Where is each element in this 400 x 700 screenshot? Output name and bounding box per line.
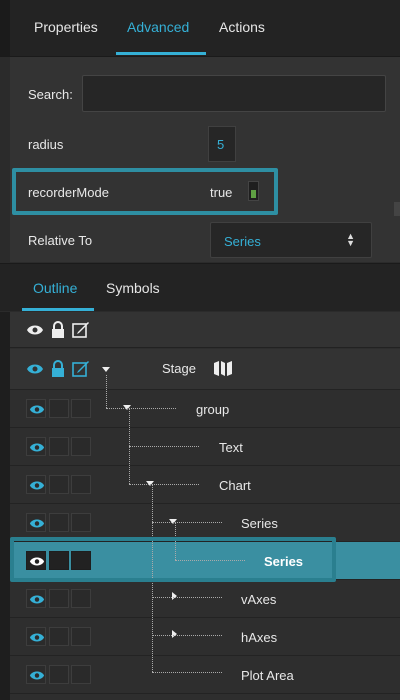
- lock-toggle[interactable]: [49, 399, 69, 418]
- select-arrows-icon: ▲ ▼: [346, 231, 355, 248]
- node-label: Plot Area: [241, 668, 294, 683]
- visibility-toggle[interactable]: [26, 627, 46, 646]
- edit-toggle[interactable]: [71, 437, 91, 456]
- tree-row-series-selected[interactable]: Series: [10, 542, 400, 580]
- relative-to-value: Series: [224, 234, 261, 249]
- eye-icon: [29, 519, 45, 528]
- tab-symbols[interactable]: Symbols: [106, 280, 160, 296]
- eye-icon: [29, 633, 45, 642]
- tree-row-series[interactable]: Series: [10, 504, 400, 542]
- panel-tab-bar: Outline Symbols: [0, 263, 400, 311]
- lock-icon[interactable]: [51, 360, 65, 377]
- recorder-mode-label: recorderMode: [28, 185, 109, 200]
- visibility-toggle[interactable]: [26, 399, 46, 418]
- tab-properties[interactable]: Properties: [34, 19, 98, 35]
- tree-connector: [152, 522, 222, 523]
- outline-header: [10, 312, 400, 348]
- tree-row-vaxes[interactable]: vAxes: [10, 580, 400, 618]
- tab-outline[interactable]: Outline: [33, 280, 77, 296]
- expand-toggle-icon[interactable]: [102, 367, 110, 372]
- node-label: group: [196, 402, 230, 417]
- node-label: Chart: [219, 478, 251, 493]
- tree-connector: [152, 484, 153, 672]
- active-tab-indicator: [116, 52, 206, 55]
- node-label: vAxes: [241, 592, 277, 607]
- tree-connector: [106, 408, 176, 409]
- eye-icon: [29, 671, 45, 680]
- search-input[interactable]: [82, 75, 386, 112]
- edit-icon[interactable]: [72, 360, 90, 377]
- collapse-toggle-icon[interactable]: [172, 592, 177, 600]
- tree-row-text[interactable]: Text: [10, 428, 400, 466]
- edit-toggle[interactable]: [71, 551, 91, 570]
- visibility-toggle[interactable]: [26, 513, 46, 532]
- eye-icon: [29, 481, 45, 490]
- eye-icon: [29, 405, 45, 414]
- tree-connector: [152, 635, 222, 636]
- lock-toggle[interactable]: [49, 627, 69, 646]
- left-gutter: [0, 312, 10, 700]
- eye-icon[interactable]: [26, 363, 44, 375]
- visibility-toggle[interactable]: [26, 437, 46, 456]
- visibility-toggle[interactable]: [26, 475, 46, 494]
- stage-label: Stage: [162, 361, 196, 376]
- tab-advanced[interactable]: Advanced: [127, 19, 189, 35]
- node-label: hAxes: [241, 630, 278, 645]
- lock-toggle[interactable]: [49, 551, 69, 570]
- tree-connector: [106, 375, 107, 408]
- top-tab-bar: Properties Advanced Actions: [0, 0, 400, 56]
- lock-toggle[interactable]: [49, 513, 69, 532]
- lock-toggle[interactable]: [49, 589, 69, 608]
- stage-row[interactable]: Stage: [10, 349, 400, 390]
- node-label: Series: [241, 516, 278, 531]
- eye-icon: [29, 443, 45, 452]
- scrollbar-handle[interactable]: [394, 202, 400, 216]
- edit-icon[interactable]: [72, 321, 90, 338]
- radius-label: radius: [28, 137, 64, 152]
- collapse-toggle-icon[interactable]: [172, 630, 177, 638]
- tree-connector: [152, 597, 222, 598]
- tree-row-haxes[interactable]: hAxes: [10, 618, 400, 656]
- tree-connector: [175, 560, 245, 561]
- map-icon[interactable]: [213, 360, 233, 377]
- recorder-mode-value: true: [210, 185, 233, 200]
- recorder-mode-toggle[interactable]: [248, 181, 259, 201]
- visibility-toggle[interactable]: [26, 665, 46, 684]
- eye-icon: [29, 595, 45, 604]
- node-label: Text: [219, 440, 243, 455]
- edit-toggle[interactable]: [71, 399, 91, 418]
- visibility-toggle[interactable]: [26, 589, 46, 608]
- edit-toggle[interactable]: [71, 589, 91, 608]
- search-label: Search:: [28, 87, 73, 102]
- lock-icon[interactable]: [51, 321, 65, 338]
- tab-actions[interactable]: Actions: [219, 19, 265, 35]
- relative-to-select[interactable]: Series ▲ ▼: [210, 222, 372, 258]
- lock-toggle[interactable]: [49, 475, 69, 494]
- visibility-toggle[interactable]: [26, 551, 46, 570]
- tree-connector: [152, 672, 222, 673]
- edit-toggle[interactable]: [71, 475, 91, 494]
- tree-row-plot-area[interactable]: Plot Area: [10, 656, 400, 694]
- radius-field[interactable]: 5: [208, 126, 236, 162]
- tree-connector: [129, 446, 199, 447]
- edit-toggle[interactable]: [71, 513, 91, 532]
- lock-toggle[interactable]: [49, 665, 69, 684]
- eye-icon: [29, 557, 45, 566]
- tree-connector: [175, 522, 176, 560]
- eye-icon[interactable]: [26, 324, 44, 336]
- lock-toggle[interactable]: [49, 437, 69, 456]
- left-gutter: [0, 0, 10, 56]
- edit-toggle[interactable]: [71, 627, 91, 646]
- edit-toggle[interactable]: [71, 665, 91, 684]
- tree-connector: [129, 484, 199, 485]
- tree-row-group[interactable]: group: [10, 390, 400, 428]
- node-label: Series: [264, 554, 304, 569]
- tree-row-chart[interactable]: Chart: [10, 466, 400, 504]
- active-tab-indicator: [22, 308, 94, 311]
- relative-to-label: Relative To: [28, 233, 93, 248]
